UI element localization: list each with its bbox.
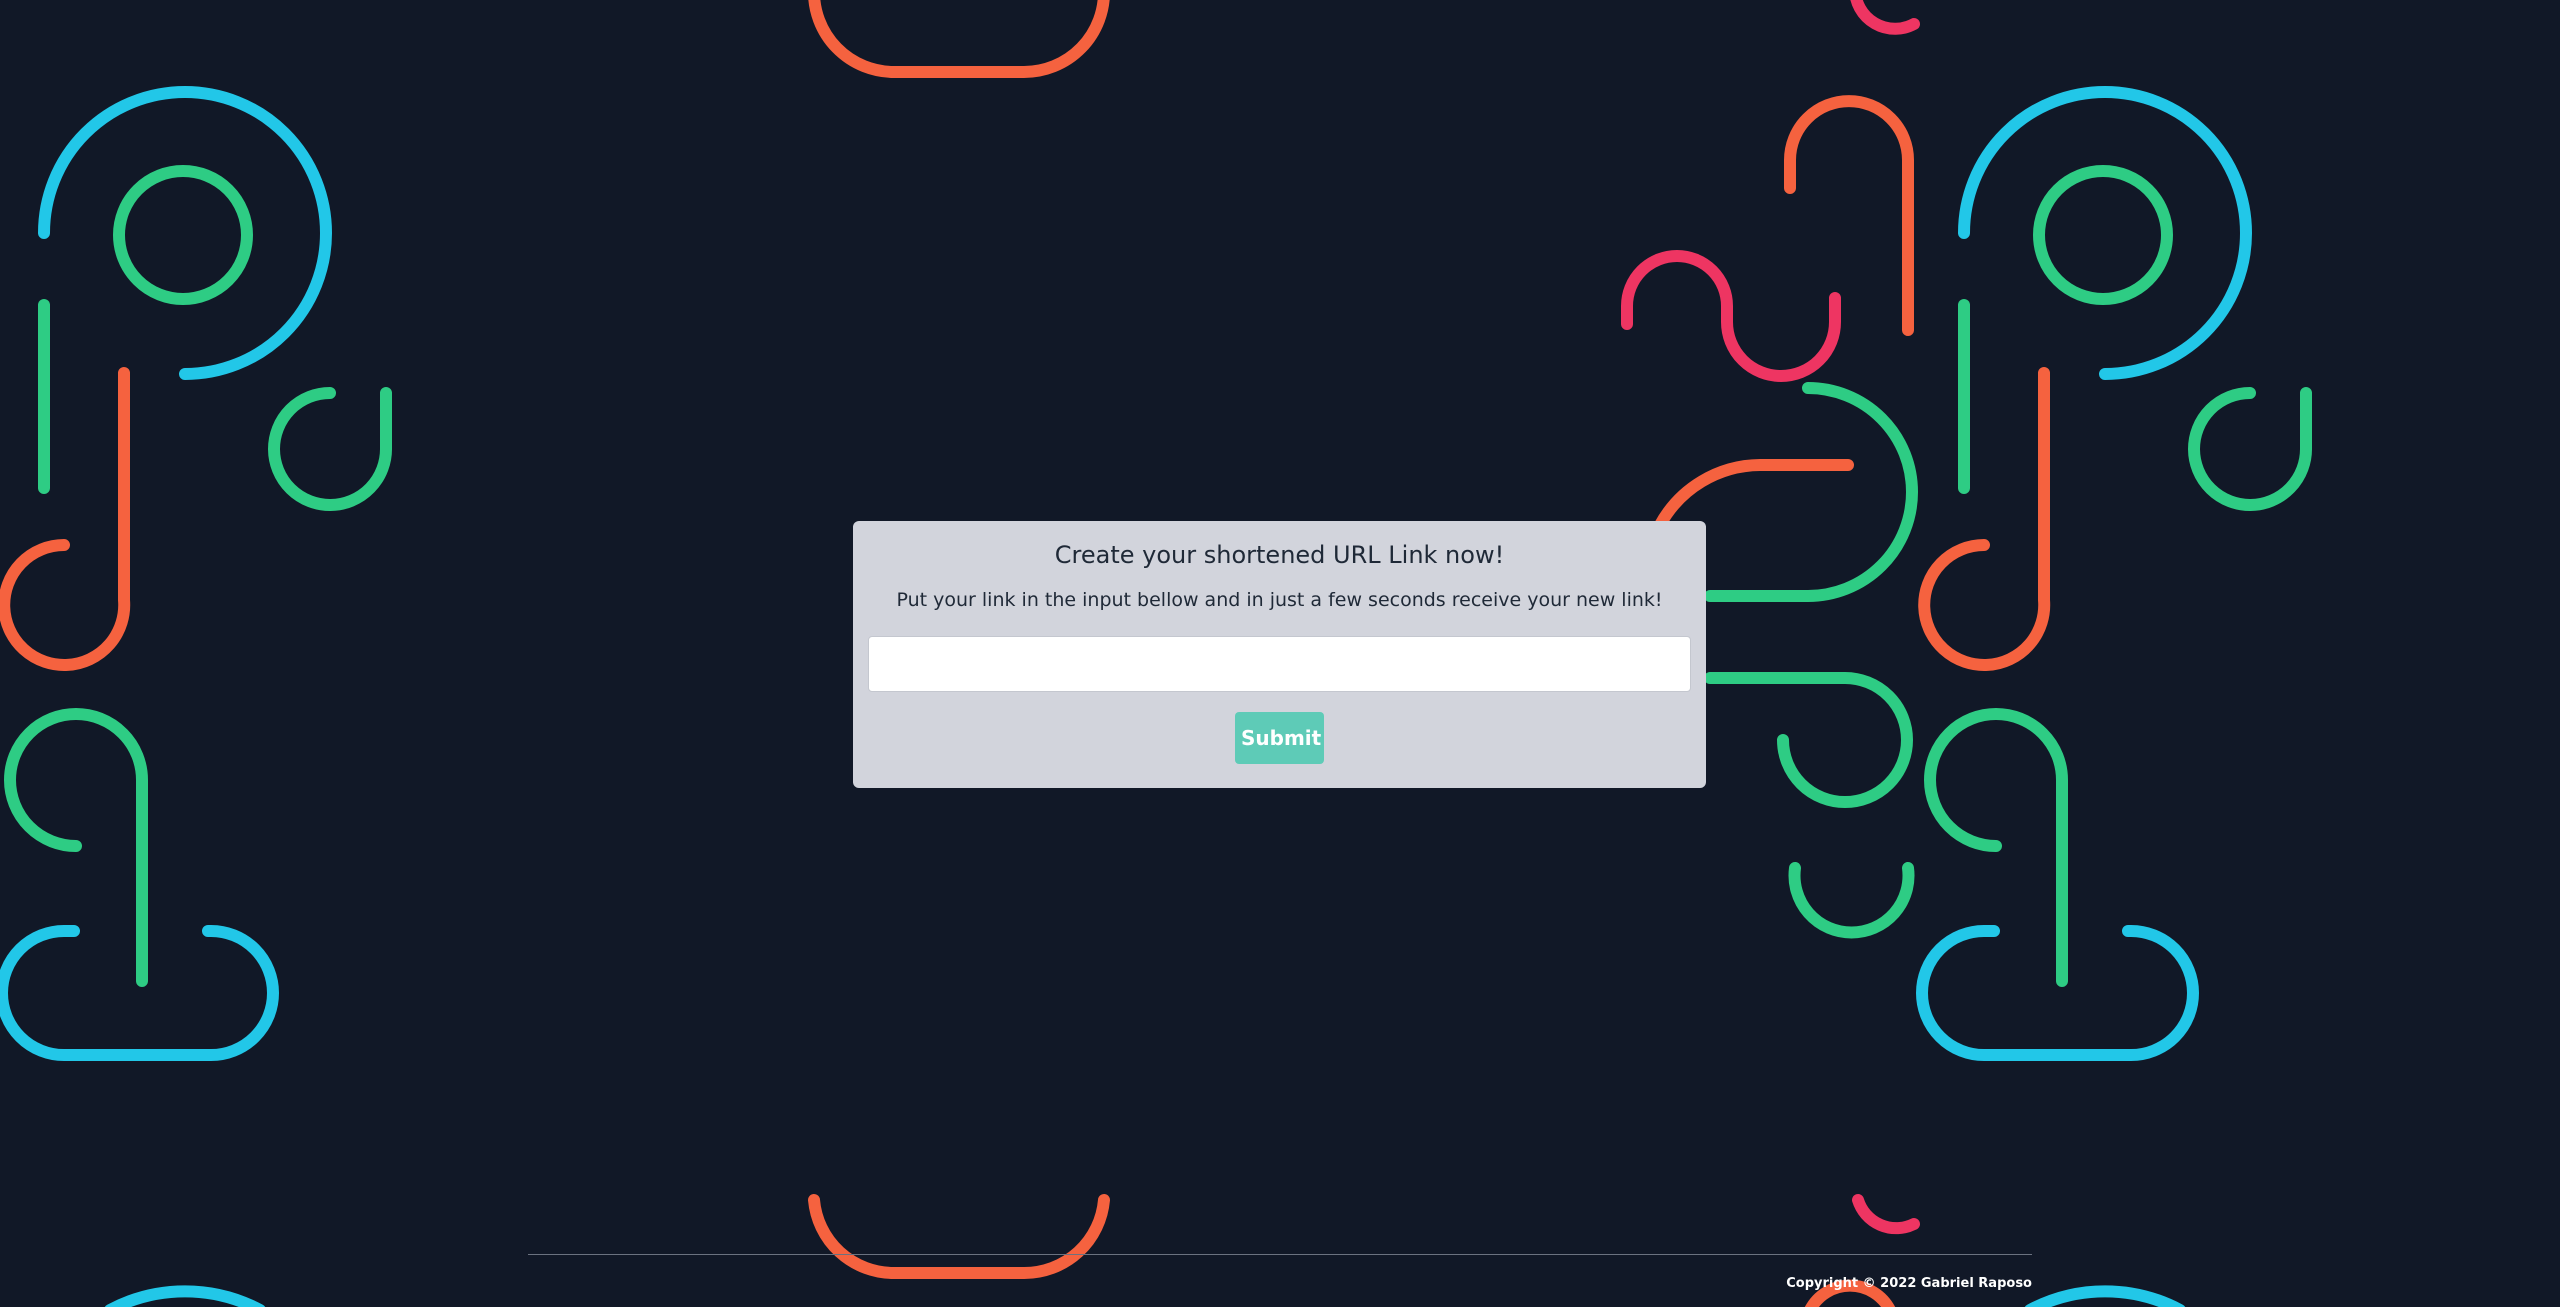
- pattern-green-arc: [1704, 382, 1918, 602]
- page-title: Create your shortened URL Link now!: [1054, 541, 1505, 569]
- shorten-url-card: Create your shortened URL Link now! Put …: [853, 521, 1706, 788]
- pattern-green-hook: [1704, 672, 1913, 808]
- submit-button[interactable]: Submit: [1235, 712, 1324, 764]
- footer-divider: [528, 1254, 2032, 1255]
- copyright-text: Copyright © 2022 Gabriel Raposo: [1786, 1276, 2032, 1291]
- pattern-green-cup: [1788, 862, 1915, 939]
- pattern-orange-arc: [1654, 459, 1854, 531]
- pattern-u-top: [808, 0, 1110, 78]
- pattern-fragment-top: [1850, 0, 1920, 35]
- pattern-pink-wave: [1621, 250, 1841, 382]
- pattern-fragment-bottom: [1852, 1194, 1920, 1235]
- pattern-arc-bottom-right: [2024, 1285, 2186, 1307]
- url-input[interactable]: [868, 636, 1691, 692]
- pattern-u-bottom: [808, 1194, 1110, 1280]
- page-subtitle: Put your link in the input bellow and in…: [896, 589, 1663, 611]
- pattern-arc-bottom-left: [104, 1285, 266, 1307]
- pattern-orange-n: [1784, 95, 1914, 336]
